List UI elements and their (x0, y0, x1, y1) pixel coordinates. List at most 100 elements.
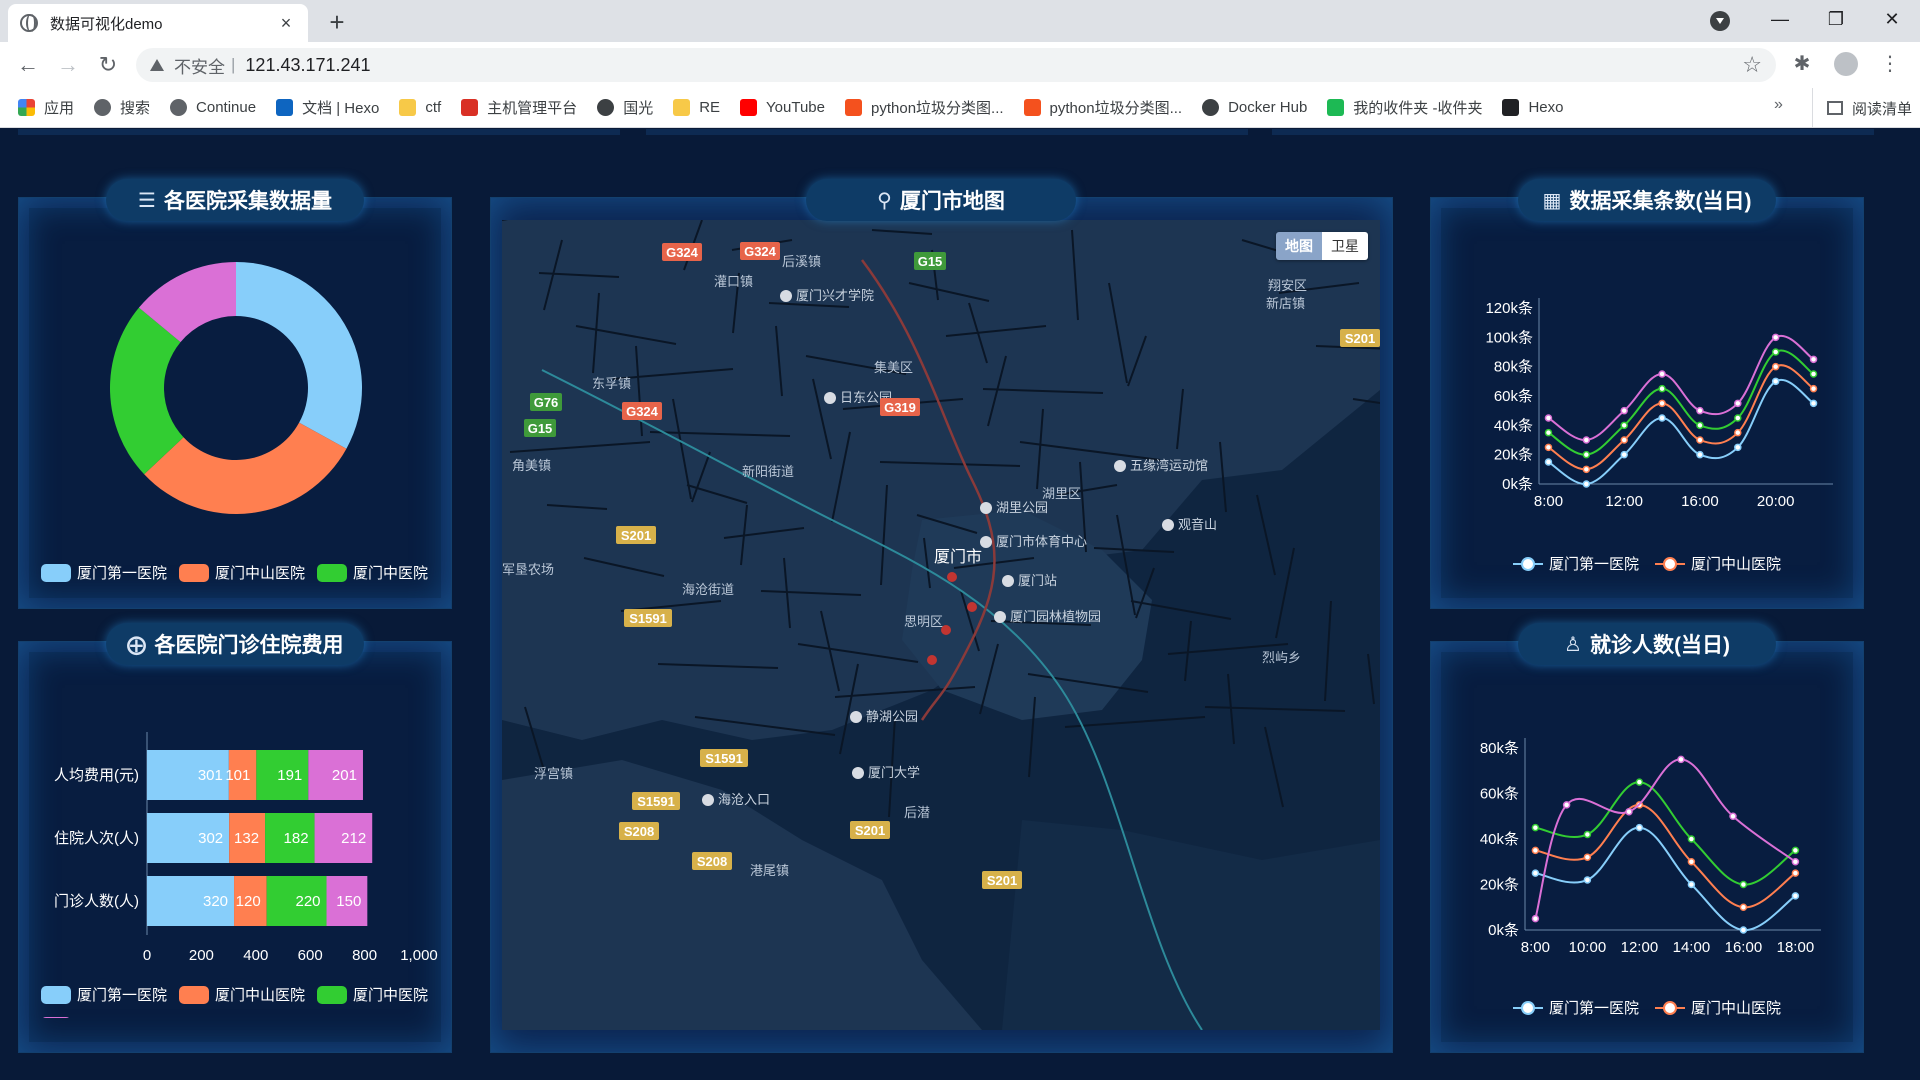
road-shield-label: S1591 (705, 751, 743, 766)
poi-marker (980, 502, 992, 514)
x-tick-label: 18:00 (1777, 939, 1815, 956)
poi-marker (702, 794, 714, 806)
bookmark-item[interactable]: ctf (399, 99, 441, 116)
data-point (1635, 778, 1644, 786)
place-label: 海沧街道 (682, 582, 734, 597)
bookmark-item[interactable]: python垃圾分类图... (1023, 97, 1182, 118)
data-point (1620, 436, 1628, 444)
x-tick-label: 200 (189, 947, 214, 964)
records-title: 数据采集条数(当日) (1569, 190, 1752, 213)
legend-item[interactable]: 厦门第一医院 (1513, 553, 1639, 574)
place-label: 新店镇 (1266, 296, 1305, 311)
bookmark-icon (1023, 99, 1041, 116)
bookmark-icon (94, 99, 112, 116)
bookmark-star-icon[interactable]: ☆ (1742, 52, 1762, 78)
avatar[interactable] (1834, 52, 1858, 76)
legend-item[interactable]: 厦门第一医院 (1513, 997, 1639, 1018)
poi-label: 海沧入口 (718, 792, 770, 807)
legend-label: 厦门中山医院 (1691, 556, 1782, 573)
map-mode-button[interactable]: 地图 (1276, 232, 1322, 260)
tab-close-button[interactable]: × (276, 13, 296, 34)
warning-icon[interactable] (150, 59, 164, 71)
bookmark-item[interactable]: 国光 (597, 97, 653, 118)
legend-label: 厦门中山医院 (1691, 1000, 1782, 1017)
maximize-icon[interactable]: ❐ (1808, 0, 1864, 38)
bookmark-item[interactable]: Docker Hub (1202, 99, 1307, 116)
y-tick-label: 80k条 (1494, 359, 1533, 376)
legend-item[interactable]: 厦门中医院 (317, 562, 428, 583)
data-point (1696, 436, 1704, 444)
road-shield-label: S201 (987, 873, 1017, 888)
bookmark-label: 搜索 (120, 100, 151, 117)
not-secure-label[interactable]: 不安全 (174, 53, 225, 78)
place-label: 东孚镇 (592, 376, 631, 391)
poi-label: 观音山 (1178, 517, 1217, 532)
bookmark-label: ctf (425, 99, 442, 116)
url-text[interactable]: 121.43.171.241 (245, 55, 370, 76)
legend-item[interactable]: 厦门中山医院 (179, 984, 305, 1005)
bookmark-label: 国光 (623, 100, 654, 117)
data-point (1582, 450, 1591, 459)
bookmark-item[interactable]: 文档 | Hexo (276, 97, 379, 118)
data-point (1734, 414, 1742, 422)
metro-station (927, 655, 937, 665)
reload-icon[interactable]: ↻ (94, 52, 122, 80)
bookmark-item[interactable]: 应用 (18, 97, 74, 118)
map-title-badge: ⚲ 厦门市地图 (806, 179, 1076, 221)
data-point (1791, 869, 1800, 877)
back-icon[interactable]: ← (14, 52, 42, 80)
extensions-icon[interactable]: ✱ (1788, 50, 1816, 78)
reading-list-button[interactable]: 阅读清单 (1812, 88, 1912, 128)
legend-label: 厦门第一医院 (1549, 556, 1640, 573)
bookmark-label: RE (699, 99, 721, 116)
legend-item[interactable]: 厦门中山医院 (179, 562, 305, 583)
x-tick-label: 12:00 (1605, 493, 1643, 510)
minimize-icon[interactable]: — (1752, 0, 1808, 38)
bookmark-label: 主机管理平台 (487, 100, 578, 117)
bookmarks-more-button[interactable]: » (1774, 96, 1783, 114)
legend-item[interactable]: 厦门中山医院 (1655, 997, 1781, 1018)
list-icon: ☰ (138, 189, 156, 212)
xiamen-map[interactable]: G324 G324 后溪镇 G15 灌口镇 厦门兴才学院 翔安区 新店镇 S201 东孚镇 G76 G… (502, 220, 1380, 1030)
legend-item[interactable]: 厦门中医院 (317, 984, 428, 1005)
satellite-mode-button[interactable]: 卫星 (1322, 232, 1368, 260)
new-tab-button[interactable]: + (322, 8, 352, 38)
legend-item[interactable]: 厦门第一医院 (41, 984, 167, 1005)
data-point (1583, 876, 1592, 884)
bookmark-item[interactable]: Hexo (1502, 99, 1564, 116)
records-line-chart: 0k条 20k条 40k条 60k条 80k条 100k条 120k条 8:00 12:00 16… (1485, 298, 1833, 510)
forward-icon[interactable]: → (54, 52, 82, 80)
data-point (1582, 480, 1591, 488)
map-canvas[interactable]: G324 G324 后溪镇 G15 灌口镇厦门兴才学院 翔安区新店镇 S201 东孚镇 G76 G… (502, 220, 1380, 1030)
legend-item[interactable]: 厦门中山医院 (1655, 553, 1781, 574)
x-tick-label: 14:00 (1673, 939, 1711, 956)
y-tick-label: 40k条 (1480, 831, 1519, 848)
data-point (1544, 428, 1553, 437)
bookmark-item[interactable]: RE (673, 99, 720, 116)
map-type-switch[interactable]: 地图 卫星 (1276, 232, 1368, 260)
browser-tab[interactable]: 数据可视化demo × (8, 4, 308, 42)
bookmark-item[interactable]: 搜索 (94, 97, 150, 118)
close-window-icon[interactable]: ✕ (1864, 0, 1920, 38)
legend-item[interactable]: 厦门第五医院 (41, 1015, 167, 1018)
url-input[interactable]: 不安全 | 121.43.171.241 ☆ (136, 48, 1776, 82)
data-point (1809, 370, 1818, 378)
data-point (1771, 348, 1780, 356)
bookmark-item[interactable]: YouTube (740, 99, 825, 116)
y-tick-label: 20k条 (1480, 877, 1519, 894)
bookmark-item[interactable]: python垃圾分类图... (845, 97, 1004, 118)
menu-icon[interactable]: ⋮ (1876, 50, 1904, 78)
bookmark-item[interactable]: Continue (170, 99, 256, 116)
data-point (1583, 830, 1592, 839)
legend-label: 厦门中山医院 (215, 987, 306, 1004)
data-point (1531, 869, 1540, 877)
road-shield-label: S1591 (629, 611, 667, 626)
bookmark-label: Hexo (1528, 99, 1564, 116)
legend-item[interactable]: 厦门第一医院 (41, 562, 167, 583)
tab-title: 数据可视化demo (50, 15, 163, 33)
tab-search-icon[interactable] (1710, 11, 1730, 31)
bar-data-label: 150 (336, 893, 361, 910)
bookmark-item[interactable]: 我的收件夹 -收件夹 (1327, 97, 1482, 118)
collect-panel: 厦门第一医院 厦门中山医院 厦门中医院 (18, 197, 452, 609)
bookmark-item[interactable]: 主机管理平台 (461, 97, 577, 118)
